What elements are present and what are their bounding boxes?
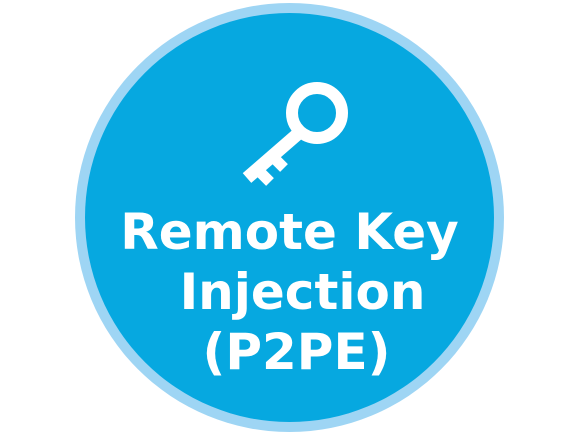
title-line-2: Injection — [179, 263, 426, 321]
badge-graphic: Remote Key Injection (P2PE) — [0, 0, 583, 437]
title-line-1: Remote Key — [120, 203, 459, 261]
key-icon — [242, 82, 348, 186]
title-line-3: (P2PE) — [202, 323, 391, 381]
